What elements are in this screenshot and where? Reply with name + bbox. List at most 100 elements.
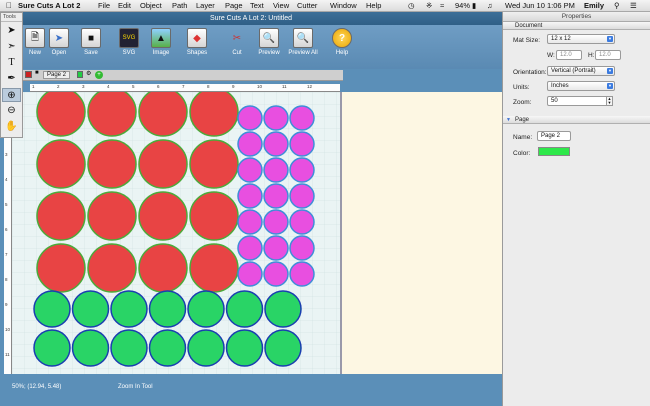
green-circle[interactable] [110,290,148,328]
magenta-circle[interactable] [237,131,263,157]
orientation-select[interactable]: Vertical (Portrait) ▼ [547,66,615,76]
add-page-icon[interactable]: + [95,71,103,79]
shapes-button[interactable]: ◆ Shapes [184,28,210,56]
off-mat-area[interactable] [340,92,502,374]
menu-layer[interactable]: Layer [196,1,215,10]
menu-cutter[interactable]: Cutter [297,1,317,10]
green-circle[interactable] [71,290,110,328]
green-circle[interactable] [225,329,264,367]
red-circle[interactable] [138,243,188,293]
red-circle[interactable] [189,92,239,137]
green-circle[interactable] [187,329,225,367]
green-circle[interactable] [33,329,71,367]
menu-path[interactable]: Path [172,1,187,10]
magenta-circle[interactable] [263,183,289,209]
magenta-circle[interactable] [237,105,263,131]
tab-close-icon[interactable]: ■ [35,70,39,76]
red-circle[interactable] [87,139,137,189]
design-canvas[interactable] [12,92,340,374]
menu-object[interactable]: Object [140,1,162,10]
magenta-circle[interactable] [289,261,315,287]
red-circle[interactable] [87,243,137,293]
help-button[interactable]: ? Help [329,28,355,56]
menu-datetime[interactable]: Wed Jun 10 1:06 PM [505,1,575,10]
magenta-circle[interactable] [263,131,289,157]
layer-color-icon[interactable] [25,71,32,78]
red-circle[interactable] [189,139,239,189]
wifi-icon[interactable]: ≈ [440,1,444,10]
magenta-circle[interactable] [263,105,289,131]
red-circle[interactable] [138,191,188,241]
red-circle[interactable] [36,191,86,241]
menu-file[interactable]: File [98,1,110,10]
canvas-shapes[interactable] [12,92,340,374]
zoom-in-icon[interactable]: ⊕ [2,88,21,102]
red-circle[interactable] [36,139,86,189]
magenta-circle[interactable] [263,209,289,235]
document-section-header[interactable]: Document [503,22,650,30]
notification-center-icon[interactable]: ☰ [630,1,637,10]
magenta-circle[interactable] [289,183,315,209]
magenta-circle[interactable] [237,261,263,287]
battery-icon[interactable]: ▮ [472,1,476,10]
preview-button[interactable]: 🔍 Preview [256,28,282,56]
page-name-field[interactable]: Page 2 [537,131,571,141]
green-circle[interactable] [225,290,264,328]
red-circle[interactable] [189,191,239,241]
volume-icon[interactable]: ♫ [487,1,493,10]
green-circle[interactable] [33,290,71,328]
units-select[interactable]: Inches ▼ [547,81,615,91]
magenta-circle[interactable] [289,105,315,131]
green-circle[interactable] [71,329,110,367]
mat-size-select[interactable]: 12 x 12 ▼ [547,34,615,44]
text-tool-icon[interactable]: T [2,56,21,70]
green-circle[interactable] [264,290,302,328]
svg-button[interactable]: SVG SVG [116,28,142,56]
hand-pan-icon[interactable]: ✋ [2,120,21,134]
magenta-circle[interactable] [263,261,289,287]
page-color-swatch[interactable] [538,147,570,156]
menu-view[interactable]: View [273,1,289,10]
magenta-circle[interactable] [237,235,263,261]
menu-app-name[interactable]: Sure Cuts A Lot 2 [18,1,80,10]
preview-all-button[interactable]: 🔍 Preview All [288,28,318,56]
red-circle[interactable] [138,92,188,137]
page-color-icon[interactable] [77,71,83,78]
red-circle[interactable] [189,243,239,293]
red-circle[interactable] [36,92,86,137]
zoom-out-icon[interactable]: ⊖ [2,104,21,118]
green-circle[interactable] [148,290,187,328]
spotlight-icon[interactable]: ⚲ [614,1,620,10]
apple-icon[interactable]:  [6,1,12,10]
menu-window[interactable]: Window [330,1,357,10]
pen-tool-icon[interactable]: ✒ [2,72,21,86]
menu-user[interactable]: Emily [584,1,604,10]
disclosure-triangle-icon[interactable]: ▼ [506,117,511,123]
tab-page-2[interactable]: Page 2 [43,71,71,79]
node-edit-icon[interactable]: ➣ [2,40,21,54]
time-machine-icon[interactable]: ◷ [408,1,415,10]
magenta-circle[interactable] [237,209,263,235]
bluetooth-icon[interactable]: ※ [426,1,432,10]
menu-help[interactable]: Help [366,1,381,10]
mat-height-field[interactable]: 12.0 [595,50,621,60]
green-circle[interactable] [148,329,187,367]
menu-text[interactable]: Text [250,1,264,10]
save-button[interactable]: ■ Save [78,28,104,56]
red-circle[interactable] [138,139,188,189]
magenta-circle[interactable] [289,209,315,235]
red-circle[interactable] [36,243,86,293]
magenta-circle[interactable] [237,157,263,183]
cut-button[interactable]: ✂ Cut [224,28,250,57]
green-circle[interactable] [187,290,225,328]
red-circle[interactable] [87,191,137,241]
menu-page[interactable]: Page [225,1,243,10]
zoom-field[interactable]: 50 [547,96,613,106]
page-section-header[interactable]: Page [503,116,650,124]
magenta-circle[interactable] [289,131,315,157]
green-circle[interactable] [110,329,148,367]
red-circle[interactable] [87,92,137,137]
magenta-circle[interactable] [263,235,289,261]
green-circle[interactable] [264,329,302,367]
zoom-stepper[interactable]: ▲ ▼ [606,96,613,106]
